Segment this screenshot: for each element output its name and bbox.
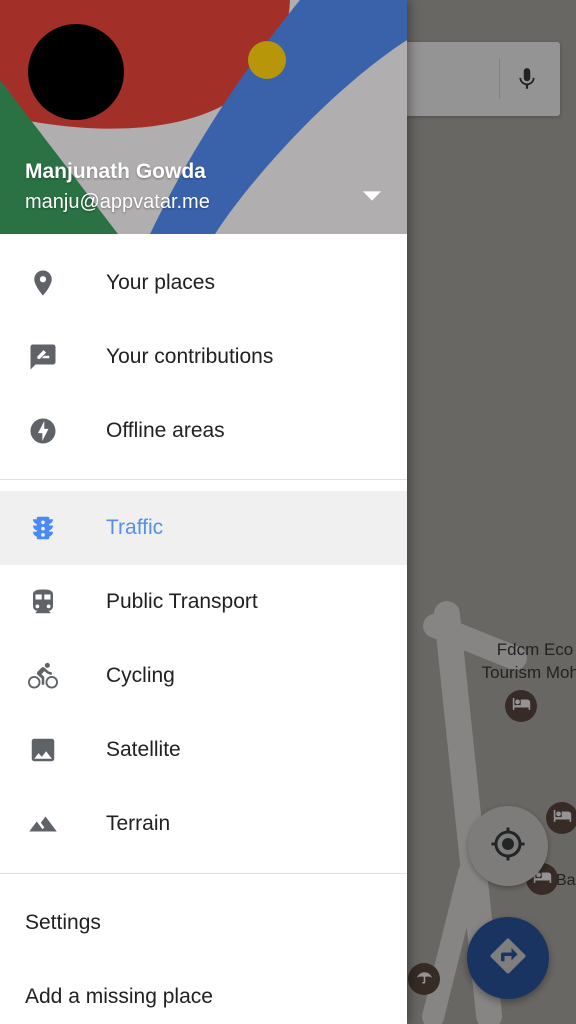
menu-item-label: Your places (106, 271, 215, 294)
menu-item-label: Cycling (106, 664, 175, 687)
menu-item-terrain[interactable]: Terrain (0, 787, 407, 861)
account-switcher-button[interactable] (352, 182, 392, 214)
account-email: manju@appvatar.me (25, 191, 210, 213)
account-name: Manjunath Gowda (25, 160, 206, 183)
avatar[interactable] (28, 24, 124, 120)
app-screen: Fdcm Eco Tourism Moha Ba (0, 0, 576, 1024)
menu-item-label: Traffic (106, 516, 164, 539)
menu-item-label: Terrain (106, 812, 171, 835)
navigation-drawer: Manjunath Gowda manju@appvatar.me Your p… (0, 0, 407, 1024)
drawer-account-header[interactable]: Manjunath Gowda manju@appvatar.me (0, 0, 407, 234)
menu-item-satellite[interactable]: Satellite (0, 713, 407, 787)
menu-item-offline-areas[interactable]: Offline areas (0, 394, 407, 468)
satellite-image-icon (25, 732, 61, 768)
menu-item-label: Settings (25, 911, 101, 934)
menu-item-label: Public Transport (106, 590, 258, 613)
offline-bolt-icon (25, 413, 61, 449)
menu-item-your-contributions[interactable]: Your contributions (0, 320, 407, 394)
menu-item-label: Offline areas (106, 419, 225, 442)
terrain-mountain-icon (25, 806, 61, 842)
menu-item-label: Satellite (106, 738, 181, 761)
traffic-light-icon (25, 510, 61, 546)
contribution-edit-icon (25, 339, 61, 375)
bicycle-icon (25, 658, 61, 694)
menu-item-label: Your contributions (106, 345, 274, 368)
place-pin-icon (25, 265, 61, 301)
menu-item-traffic[interactable]: Traffic (0, 491, 407, 565)
menu-item-public-transport[interactable]: Public Transport (0, 565, 407, 639)
train-icon (25, 584, 61, 620)
menu-item-settings[interactable]: Settings (0, 886, 407, 960)
menu-item-label: Add a missing place (25, 985, 213, 1008)
menu-item-your-places[interactable]: Your places (0, 246, 407, 320)
drawer-menu-list: Your places Your contributions Offline a… (0, 234, 407, 1024)
menu-item-add-a-missing-place[interactable]: Add a missing place (0, 960, 407, 1024)
menu-item-cycling[interactable]: Cycling (0, 639, 407, 713)
chevron-down-icon (361, 189, 383, 208)
